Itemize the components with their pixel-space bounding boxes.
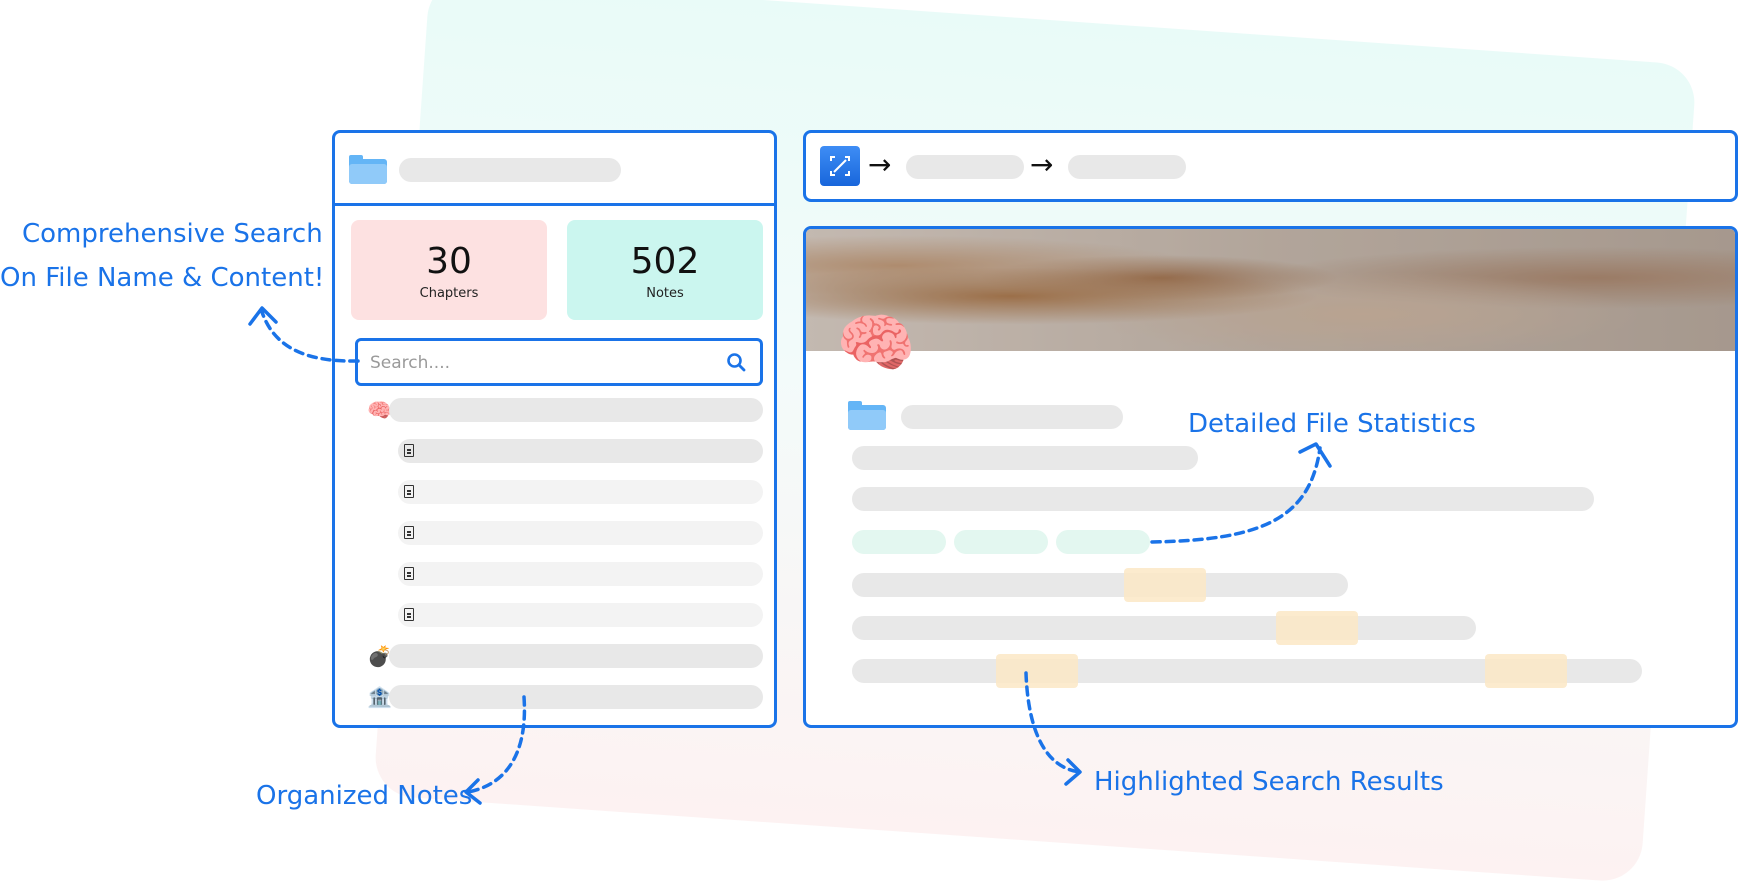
breadcrumb-item[interactable] bbox=[906, 155, 1024, 179]
note-title-placeholder bbox=[398, 480, 763, 504]
arrow-right-icon: → bbox=[1030, 148, 1054, 181]
stat-tag bbox=[954, 530, 1048, 554]
annotation-statistics: Detailed File Statistics bbox=[1188, 409, 1476, 439]
note-title-placeholder bbox=[398, 562, 763, 586]
chapter-item[interactable]: 💣 bbox=[367, 642, 763, 670]
note-content-panel: 🧠 bbox=[803, 226, 1738, 728]
vault-name-placeholder bbox=[399, 158, 621, 182]
note-title-placeholder bbox=[398, 603, 763, 627]
document-icon bbox=[404, 567, 414, 580]
chapter-title-placeholder bbox=[389, 398, 763, 422]
stat-tag bbox=[1056, 530, 1150, 554]
chapter-title-placeholder bbox=[389, 644, 763, 668]
search-box[interactable] bbox=[355, 338, 763, 386]
search-highlight bbox=[1485, 654, 1567, 688]
search-highlight bbox=[1276, 611, 1358, 645]
chapters-stat-card: 30 Chapters bbox=[351, 220, 547, 320]
search-highlight bbox=[1124, 568, 1206, 602]
search-icon[interactable] bbox=[726, 352, 746, 372]
folder-name-placeholder bbox=[901, 405, 1123, 429]
sidebar-panel: 30 Chapters 502 Notes 🧠 💣 bbox=[332, 130, 777, 728]
note-item[interactable] bbox=[398, 478, 763, 506]
cover-image bbox=[806, 229, 1735, 351]
search-highlight bbox=[996, 654, 1078, 688]
breadcrumb-item[interactable] bbox=[1068, 155, 1186, 179]
note-title-placeholder bbox=[398, 521, 763, 545]
annotation-highlighted: Highlighted Search Results bbox=[1094, 767, 1444, 797]
note-item[interactable] bbox=[398, 437, 763, 465]
app-logo-icon[interactable] bbox=[820, 146, 860, 186]
page-emoji: 🧠 bbox=[836, 307, 916, 381]
document-icon bbox=[404, 485, 414, 498]
note-item[interactable] bbox=[398, 601, 763, 629]
notes-stat-card: 502 Notes bbox=[567, 220, 763, 320]
text-placeholder bbox=[852, 487, 1594, 511]
note-item[interactable] bbox=[398, 519, 763, 547]
document-icon bbox=[404, 608, 414, 621]
annotation-organized: Organized Notes bbox=[256, 781, 473, 811]
chapters-count: 30 bbox=[426, 241, 472, 282]
annotation-search-line1: Comprehensive Search bbox=[22, 219, 323, 249]
document-icon bbox=[404, 526, 414, 539]
annotation-search-line2: On File Name & Content! bbox=[0, 263, 325, 293]
chapter-title-placeholder bbox=[389, 685, 763, 709]
breadcrumb: → → bbox=[803, 130, 1738, 202]
title-placeholder bbox=[852, 446, 1198, 470]
sidebar-header bbox=[335, 133, 774, 206]
document-icon bbox=[404, 444, 414, 457]
search-result-line bbox=[852, 616, 1476, 640]
notes-label: Notes bbox=[646, 286, 684, 301]
search-result-line bbox=[852, 573, 1348, 597]
chapter-item[interactable]: 🧠 bbox=[367, 396, 763, 424]
note-item[interactable] bbox=[398, 560, 763, 588]
search-input[interactable] bbox=[368, 341, 712, 385]
stat-tag bbox=[852, 530, 946, 554]
note-title-placeholder bbox=[398, 439, 763, 463]
chapter-item[interactable]: 🏦 bbox=[367, 683, 763, 711]
arrow-right-icon: → bbox=[868, 148, 892, 181]
notes-count: 502 bbox=[630, 241, 700, 282]
chapters-label: Chapters bbox=[419, 286, 479, 301]
